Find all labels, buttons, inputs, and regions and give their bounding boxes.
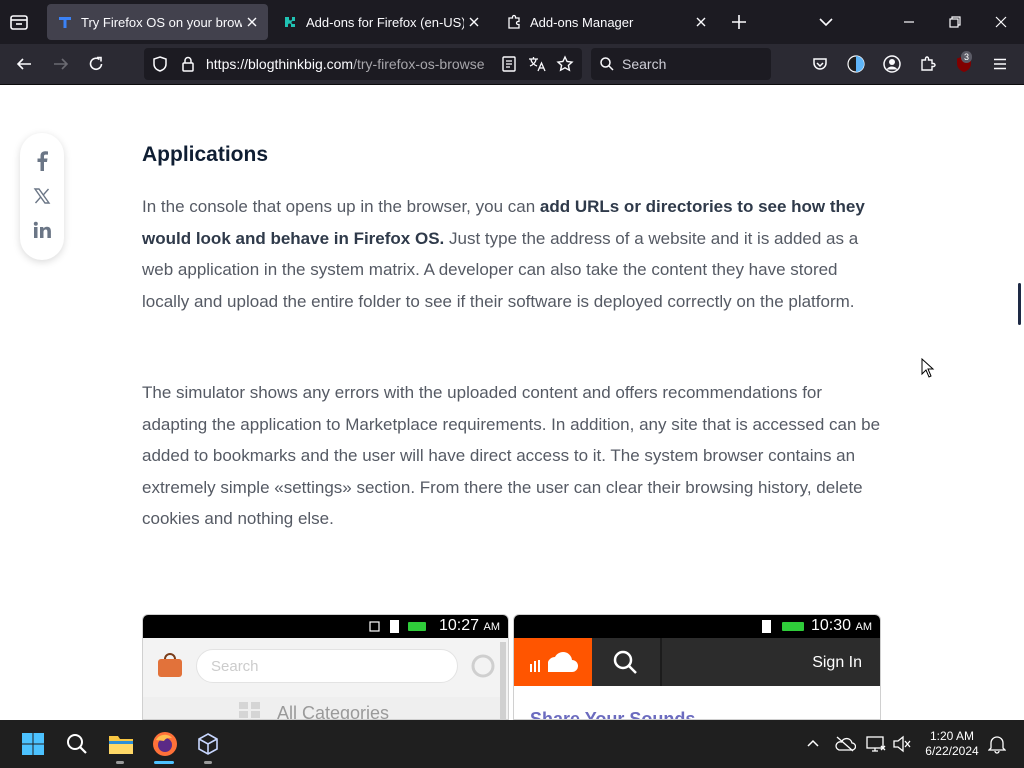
file-explorer-icon[interactable] [108, 731, 134, 757]
network-display-icon[interactable] [863, 731, 889, 757]
search-icon [597, 54, 617, 74]
grid-icon [238, 701, 262, 719]
system-clock[interactable]: 1:20 AM 6/22/2024 [920, 729, 984, 759]
windows-start-icon[interactable] [20, 731, 46, 757]
x-twitter-icon[interactable] [31, 185, 53, 207]
hamburger-menu-icon[interactable] [990, 54, 1010, 74]
page-scrollbar-thumb[interactable] [1018, 283, 1021, 325]
forward-arrow-icon[interactable] [51, 54, 71, 74]
account-icon[interactable] [882, 54, 902, 74]
soundcloud-header: Sign In [514, 638, 880, 686]
phone-clock: 10:30 AM [811, 617, 872, 635]
phone-status-icons [760, 619, 806, 639]
show-hidden-icons-chevron-icon[interactable] [800, 731, 826, 757]
dark-reader-extension-icon[interactable] [846, 54, 866, 74]
page-content: Applications In the console that opens u… [0, 85, 1024, 720]
translate-icon[interactable] [527, 54, 547, 74]
phone-status-bar: 10:27 AM [143, 615, 508, 638]
category-label: All Categories [277, 703, 390, 720]
paragraph-text: In the console that opens up in the brow… [142, 197, 540, 216]
article-paragraph-1: In the console that opens up in the brow… [142, 191, 882, 317]
close-tab-icon[interactable] [464, 12, 484, 32]
addons-puzzle-favicon-icon [282, 14, 298, 30]
search-bar[interactable]: Search [591, 48, 771, 80]
category-row: All Categories [143, 697, 503, 720]
tab-label: Add-ons for Firefox (en-US) [306, 14, 464, 30]
phone-time: 10:30 [811, 617, 852, 634]
onedrive-offline-icon[interactable] [832, 731, 858, 757]
running-indicator [116, 761, 124, 764]
phone-status-icons [368, 619, 428, 639]
clock-date: 6/22/2024 [925, 744, 979, 758]
phone-ampm: AM [483, 621, 501, 633]
search-icon [612, 649, 638, 680]
social-share-bar [20, 133, 64, 260]
simulator-screenshot-soundcloud: 10:30 AM Sign In Share Your Sounds [513, 614, 881, 720]
address-bar[interactable]: https://blogthinkbig.com/try-firefox-os-… [144, 48, 582, 80]
restore-icon[interactable] [945, 12, 965, 32]
pocket-icon[interactable] [810, 54, 830, 74]
phone-clock: 10:27 AM [439, 617, 500, 635]
close-window-icon[interactable] [991, 12, 1011, 32]
sign-in-button: Sign In [812, 654, 862, 671]
article-paragraph-2: The simulator shows any errors with the … [142, 383, 881, 528]
header-divider [660, 638, 662, 686]
new-tab-plus-icon[interactable] [729, 12, 749, 32]
navigation-toolbar: https://blogthinkbig.com/try-firefox-os-… [0, 44, 1024, 85]
puzzle-favicon-icon [506, 14, 522, 30]
facebook-icon[interactable] [31, 150, 53, 172]
marketplace-bag-icon [155, 650, 185, 685]
running-indicator [204, 761, 212, 764]
lock-icon[interactable] [178, 54, 198, 74]
url-path: /try-firefox-os-browse [353, 56, 485, 72]
bookmark-star-icon[interactable] [555, 54, 575, 74]
marketplace-search-field: Search [196, 649, 458, 683]
phone-status-bar: 10:30 AM [514, 615, 880, 638]
soundcloud-cloud-icon [528, 652, 578, 679]
linkedin-icon[interactable] [31, 219, 53, 241]
active-indicator [154, 761, 174, 764]
settings-gear-icon [469, 652, 497, 685]
close-tab-icon[interactable] [242, 12, 262, 32]
reader-view-icon[interactable] [499, 54, 519, 74]
soundcloud-heading: Share Your Sounds [530, 709, 696, 720]
back-arrow-icon[interactable] [14, 54, 34, 74]
close-tab-icon[interactable] [691, 12, 711, 32]
ublock-count-badge: 3 [961, 51, 973, 63]
tab-addons-firefox[interactable]: Add-ons for Firefox (en-US) [272, 4, 490, 40]
list-all-tabs-chevron-icon[interactable] [816, 12, 836, 32]
tab-label: Try Firefox OS on your browser [81, 14, 242, 30]
virtualbox-icon[interactable] [195, 731, 221, 757]
mouse-cursor-icon [921, 357, 935, 378]
clock-time: 1:20 AM [929, 729, 975, 743]
extensions-puzzle-icon[interactable] [918, 54, 938, 74]
soundcloud-logo-block [514, 638, 592, 686]
minimize-icon[interactable] [899, 12, 919, 32]
telefonica-favicon-icon [57, 14, 73, 30]
phone-time: 10:27 [439, 617, 480, 634]
phone-ampm: AM [855, 621, 873, 633]
search-placeholder: Search [622, 56, 667, 72]
url-text[interactable]: https://blogthinkbig.com/try-firefox-os-… [206, 56, 491, 72]
tab-label: Add-ons Manager [530, 14, 634, 30]
firefox-view-icon[interactable] [8, 11, 30, 33]
url-domain: https://blogthinkbig.com [206, 56, 354, 72]
reload-icon[interactable] [86, 54, 106, 74]
taskbar-search-icon[interactable] [64, 731, 90, 757]
windows-taskbar: 1:20 AM 6/22/2024 [0, 720, 1024, 768]
tab-try-firefox-os[interactable]: Try Firefox OS on your browser [47, 4, 268, 40]
tab-bar: Try Firefox OS on your browser Add-ons f… [0, 0, 1024, 44]
section-heading: Applications [142, 143, 269, 166]
volume-muted-icon[interactable] [889, 731, 915, 757]
tab-addons-manager[interactable]: Add-ons Manager [496, 4, 717, 40]
marketplace-search-placeholder: Search [211, 658, 259, 675]
phone-scrollbar [500, 642, 506, 719]
notification-bell-icon[interactable] [984, 731, 1010, 757]
tracking-protection-shield-icon[interactable] [150, 54, 170, 74]
firefox-icon[interactable] [152, 731, 178, 757]
simulator-screenshot-marketplace: 10:27 AM Search All Categories [142, 614, 509, 720]
